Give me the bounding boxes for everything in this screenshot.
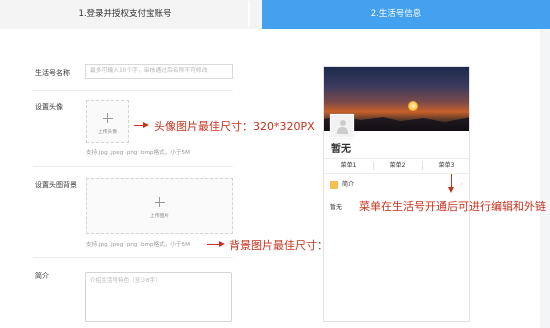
intro-textarea[interactable]: 介绍生活号特色（至少8字） [85,272,232,322]
arrow-right-icon [219,241,225,247]
user-icon [337,120,348,134]
divider [33,257,233,258]
name-input-placeholder: 最多可输入10个字，审核通过后名称不可修改 [90,68,208,74]
step-separator [250,0,262,28]
page: 1.登录并授权支付宝账号 2.生活号信息 生活号名称 最多可输入10个字，审核通… [0,0,550,328]
step-bar: 1.登录并授权支付宝账号 2.生活号信息 [0,0,550,29]
arrow-down-icon [448,187,454,193]
bg-label: 设置头图背景 [35,181,77,189]
preview-menu-3[interactable]: 菜单3 [422,159,469,173]
intro-label: 简介 [35,272,49,280]
divider [33,166,233,167]
scroll-strip [540,29,550,328]
chevron-right-icon: › [460,181,463,188]
arrow-right-icon [143,122,149,128]
name-label: 生活号名称 [35,69,70,77]
bg-upload-label: 上传图片 [149,214,170,219]
step-2: 2.生活号信息 [262,0,550,29]
preview-menu-2[interactable]: 菜单2 [373,159,422,173]
avatar-hint: 支持.jpg .jpeg .png .bmp格式，小于5M [86,150,190,156]
name-input[interactable]: 最多可输入10个字，审核通过后名称不可修改 [85,64,233,79]
step-1: 1.登录并授权支付宝账号 [0,0,262,29]
avatar-label: 设置头像 [35,103,63,111]
avatar-upload-label: 上传头像 [97,130,118,135]
phone-preview: 暂无 菜单1 菜单2 菜单3 简介 › 暂无 [323,66,470,322]
bg-upload[interactable]: 上传图片 [86,178,233,234]
avatar-size-note: 头像图片最佳尺寸：320*320PX [154,120,315,133]
preview-intro-label: 简介 [342,181,355,188]
preview-menu-1[interactable]: 菜单1 [324,159,373,173]
menu-note: 菜单在生活号开通后可进行编辑和外链 [359,200,546,213]
preview-avatar [330,114,354,138]
plus-icon [102,113,113,123]
preview-name: 暂无 [331,144,351,155]
sun-graphic [408,101,418,111]
bg-hint: 支持.jpg .jpeg .png .bmp格式，小于5M [86,242,190,248]
intro-placeholder: 介绍生活号特色（至少8字） [90,278,161,284]
menu-annotation-line [451,174,452,188]
intro-icon [330,181,338,189]
plus-icon [154,197,165,207]
preview-menu-bar: 菜单1 菜单2 菜单3 [324,158,469,174]
avatar-upload[interactable]: 上传头像 [86,100,129,143]
preview-intro-text: 暂无 [330,204,343,211]
step-2-label: 2.生活号信息 [370,9,422,19]
divider [33,90,233,91]
step-1-label: 1.登录并授权支付宝账号 [78,9,172,19]
